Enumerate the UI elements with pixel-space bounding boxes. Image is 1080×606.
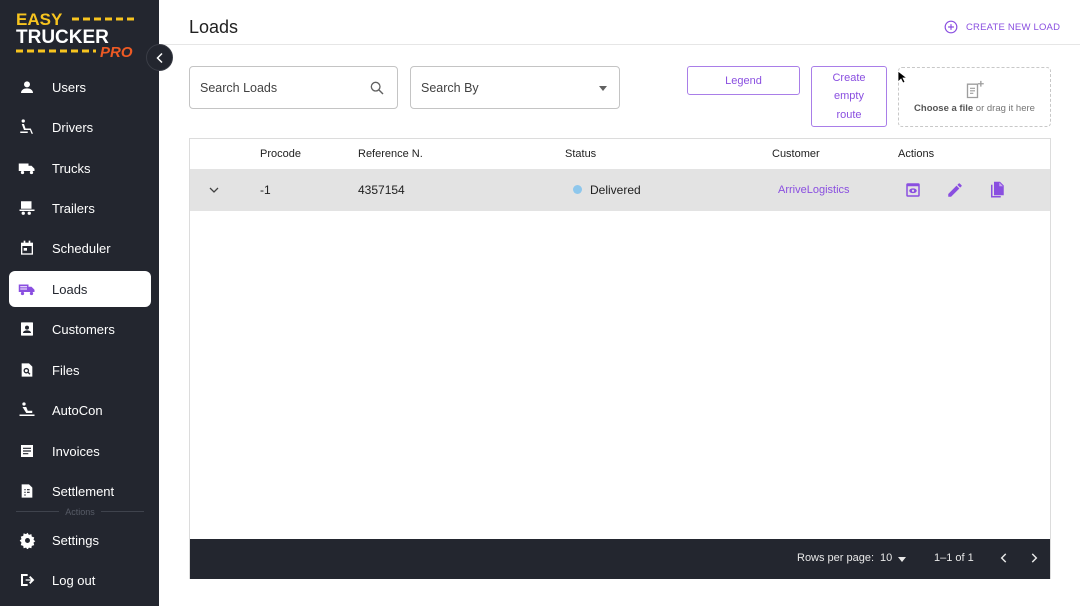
sidebar-item-label: AutoCon (52, 402, 103, 418)
logout-label: Log out (52, 572, 96, 588)
edit-pencil-icon[interactable] (946, 181, 964, 199)
actions-divider: Actions (16, 507, 144, 517)
status-cell: Delivered (590, 183, 641, 197)
header-divider (159, 44, 1080, 45)
search-by-label: Search By (421, 80, 479, 95)
note-add-icon (966, 80, 984, 99)
sidebar-item-scheduler[interactable]: Scheduler (9, 230, 151, 266)
rows-per-page-label: Rows per page: (797, 552, 875, 564)
sidebar-item-users[interactable]: Users (9, 69, 151, 105)
logout-icon (17, 570, 37, 590)
sidebar-item-invoices[interactable]: Invoices (9, 433, 151, 469)
trailer-icon (17, 198, 37, 218)
sidebar-item-label: Drivers (52, 119, 94, 135)
person-icon (17, 77, 37, 97)
dropdown-arrow-icon (599, 86, 607, 91)
sidebar-item-loads[interactable]: Loads (9, 271, 151, 307)
invoice-icon (17, 441, 37, 461)
gear-icon (17, 530, 37, 550)
autocon-icon (17, 400, 37, 420)
sidebar-item-label: Settlement (52, 483, 115, 499)
chevron-left-icon (155, 52, 163, 63)
sidebar: EASY TRUCKER PRO Users Drivers Trucks Tr… (0, 0, 159, 606)
legend-button-label: Legend (725, 74, 762, 87)
table-row[interactable]: -1 4357154 Delivered ArriveLogistics (190, 169, 1050, 211)
sidebar-item-trailers[interactable]: Trailers (9, 190, 151, 226)
dropzone-text: Choose a file or drag it here (914, 103, 1035, 114)
column-header-customer[interactable]: Customer (772, 148, 820, 160)
column-header-reference[interactable]: Reference N. (358, 148, 423, 160)
seat-icon (17, 117, 37, 137)
settings-label: Settings (52, 532, 99, 548)
table-pagination: Rows per page: 10 1–1 of 1 (190, 539, 1050, 579)
sidebar-item-settings[interactable]: Settings (9, 522, 151, 558)
file-dropzone[interactable]: Choose a file or drag it here (898, 67, 1051, 127)
create-new-load-button[interactable]: CREATE NEW LOAD (944, 20, 1060, 34)
load-truck-icon (17, 279, 37, 299)
next-page-icon[interactable] (1027, 551, 1041, 565)
mouse-cursor-icon (897, 70, 907, 84)
sidebar-item-label: Invoices (52, 443, 100, 459)
legend-button[interactable]: Legend (687, 66, 800, 95)
create-new-load-label: CREATE NEW LOAD (966, 21, 1061, 33)
sidebar-item-autocon[interactable]: AutoCon (9, 392, 151, 428)
logout-button[interactable]: Log out (9, 562, 151, 598)
search-icon[interactable] (369, 80, 385, 96)
sidebar-item-label: Loads (52, 281, 88, 297)
chevron-down-icon[interactable] (208, 184, 220, 196)
logo-word-pro: PRO (100, 44, 133, 58)
sidebar-item-files[interactable]: Files (9, 352, 151, 388)
sidebar-item-customers[interactable]: Customers (9, 311, 151, 347)
dropzone-rest: or drag it here (973, 103, 1035, 114)
sidebar-item-label: Trucks (52, 160, 91, 176)
column-header-procode[interactable]: Procode (260, 148, 301, 160)
column-header-actions: Actions (898, 148, 935, 160)
status-indicator (573, 185, 582, 194)
search-by-select[interactable]: Search By (410, 66, 620, 109)
actions-divider-label: Actions (65, 506, 95, 517)
rows-per-page-select[interactable]: 10 (880, 552, 892, 564)
reference-cell: 4357154 (358, 183, 405, 197)
column-header-status[interactable]: Status (565, 148, 596, 160)
contact-card-icon (17, 319, 37, 339)
copy-icon[interactable] (988, 181, 1006, 199)
search-loads-input[interactable]: Search Loads (189, 66, 398, 109)
page-title: Loads (189, 17, 239, 37)
sidebar-item-label: Customers (52, 321, 115, 337)
sidebar-item-label: Files (52, 362, 80, 378)
search-placeholder: Search Loads (200, 80, 278, 95)
logo-word-trucker: TRUCKER (16, 27, 109, 48)
procode-cell: -1 (260, 183, 271, 197)
loads-table: Procode Reference N. Status Customer Act… (189, 138, 1051, 579)
sidebar-item-label: Trailers (52, 200, 95, 216)
pagination-range: 1–1 of 1 (934, 552, 974, 564)
sidebar-item-trucks[interactable]: Trucks (9, 150, 151, 186)
easy-trucker-pro-logo: EASY TRUCKER PRO (16, 10, 134, 58)
truck-icon (17, 158, 37, 178)
dropdown-arrow-icon[interactable] (898, 557, 906, 562)
sidebar-item-drivers[interactable]: Drivers (9, 109, 151, 145)
dropzone-strong: Choose a file (914, 103, 974, 114)
create-empty-route-button[interactable]: Create empty route (811, 66, 887, 127)
sidebar-item-label: Scheduler (52, 240, 111, 256)
calendar-icon (17, 238, 37, 258)
previous-page-icon[interactable] (997, 551, 1011, 565)
create-empty-route-label: Create empty route (832, 71, 866, 121)
sidebar-item-label: Users (52, 79, 86, 95)
view-icon[interactable] (904, 181, 922, 199)
add-circle-icon (944, 20, 958, 34)
settlement-icon (17, 481, 37, 501)
sidebar-collapse-button[interactable] (146, 44, 173, 71)
file-search-icon (17, 360, 37, 380)
sidebar-item-settlement[interactable]: Settlement (9, 473, 151, 509)
customer-link[interactable]: ArriveLogistics (778, 184, 850, 196)
